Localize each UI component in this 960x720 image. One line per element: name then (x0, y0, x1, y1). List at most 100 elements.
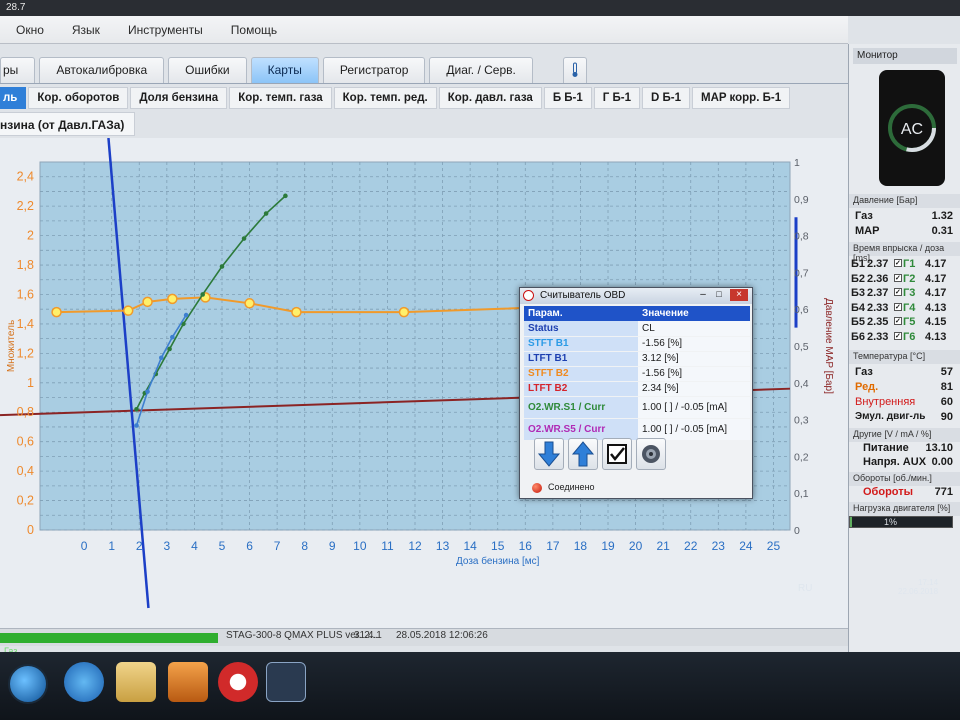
obd-row[interactable]: STFT B1 -1.56 [%] (524, 336, 750, 352)
subtab-b-bank1[interactable]: Б Б-1 (543, 87, 592, 109)
injection-gas-value: 4.15 (925, 316, 947, 328)
subtab-gas-temp-correction[interactable]: Кор. темп. газа (229, 87, 332, 109)
menu-help[interactable]: Помощь (217, 23, 291, 37)
select-parameters-button[interactable] (602, 438, 632, 470)
minimize-icon[interactable]: – (696, 289, 710, 301)
obd-row[interactable]: STFT B2 -1.56 [%] (524, 366, 750, 382)
obd-row[interactable]: LTFT B1 3.12 [%] (524, 351, 750, 367)
obd-col-value: Значение (638, 306, 750, 321)
series-point[interactable] (145, 389, 150, 394)
subtab-map-correction-bank1[interactable]: MAP корр. Б-1 (691, 87, 791, 109)
window-title: 28.7 (0, 0, 960, 16)
tray-clock[interactable]: 17:14 22.06.2018 (898, 578, 938, 596)
series-point[interactable] (398, 306, 410, 318)
gear-icon (642, 445, 660, 463)
injection-gas-label: Г5 (903, 316, 916, 328)
x-tick-label: 2 (136, 539, 143, 553)
y-tick-label: 0,8 (17, 405, 34, 419)
y-tick-label: 1,4 (17, 317, 34, 331)
series-point[interactable] (219, 264, 225, 269)
series-point[interactable] (51, 306, 62, 318)
series-point[interactable] (167, 293, 178, 305)
series-point[interactable] (244, 298, 255, 309)
menu-tools[interactable]: Инструменты (114, 23, 217, 37)
menu-bar: Окно Язык Инструменты Помощь (0, 16, 848, 44)
series-point[interactable] (263, 211, 269, 216)
main-tabs: ры Автокалибровка Ошибки Карты Регистрат… (0, 56, 848, 84)
file-explorer-icon[interactable] (116, 662, 156, 702)
injection-petrol-label: Б5 (851, 316, 866, 328)
series-point[interactable] (291, 306, 302, 318)
start-button[interactable] (8, 664, 48, 704)
close-icon[interactable]: × (730, 289, 748, 301)
injector-enable-checkbox[interactable]: ✓ (894, 288, 902, 296)
series-point[interactable] (200, 292, 205, 297)
subtab-reducer-temp-correction[interactable]: Кор. темп. ред. (333, 87, 437, 109)
series-point[interactable] (134, 423, 139, 428)
subtab-gas-pressure-correction[interactable]: Кор. давл. газа (438, 87, 542, 109)
x-tick-label: 12 (408, 539, 422, 553)
y-axis-title: Множитель (6, 320, 17, 372)
injection-petrol-value: 2.36 (867, 272, 889, 285)
x-tick-label: 1 (108, 539, 115, 553)
maximize-icon[interactable]: □ (712, 289, 726, 301)
injection-gas-value: 4.13 (925, 330, 947, 343)
menu-window[interactable]: Окно (2, 23, 58, 37)
obd-row[interactable]: LTFT B2 2.34 [%] (524, 381, 750, 397)
down-arrow-button[interactable] (534, 438, 564, 470)
obd-connection-status: Соединено (548, 482, 595, 492)
injector-enable-checkbox[interactable]: ✓ (894, 331, 902, 340)
injector-enable-checkbox[interactable]: ✓ (894, 259, 902, 267)
rpm-label: Обороты (863, 486, 914, 498)
rpm-header: Обороты [об./мин.] (849, 472, 960, 486)
series-point[interactable] (159, 355, 164, 361)
y2-tick-label: 0,4 (794, 378, 809, 390)
obd-row[interactable]: O2.WR.S1 / Curr 1.00 [ ] / -0.05 [mA] (524, 396, 750, 419)
series-point[interactable] (183, 312, 189, 318)
series-point[interactable] (167, 346, 172, 352)
injection-gas-value: 4.13 (925, 301, 947, 314)
subtab-rpm-correction[interactable]: Кор. оборотов (28, 87, 129, 109)
injector-enable-checkbox[interactable]: ✓ (894, 302, 902, 311)
subtab-multiplier[interactable]: ль (0, 87, 27, 109)
svg-text:AC: AC (901, 121, 923, 138)
y2-tick-label: 1 (794, 157, 800, 169)
aux-voltage-value: 0.00 (931, 456, 953, 468)
subtab-petrol-share[interactable]: Доля бензина (130, 87, 228, 109)
subtab-d-bank1[interactable]: D Б-1 (641, 87, 690, 109)
keyboard-language[interactable]: RU (798, 583, 812, 594)
media-player-icon[interactable] (168, 662, 208, 702)
obd-row[interactable]: Status CL (524, 321, 750, 337)
injector-enable-checkbox[interactable]: ✓ (894, 273, 902, 282)
subtab-g-bank1[interactable]: Г Б-1 (593, 87, 640, 109)
series-point[interactable] (122, 305, 134, 316)
series-point[interactable] (241, 236, 247, 241)
engine-load-value: 1% (884, 517, 898, 527)
tab-diag-service[interactable]: Диаг. / Серв. (429, 57, 533, 83)
tab-errors[interactable]: Ошибки (168, 57, 247, 83)
tab-autocalibration[interactable]: Автокалибровка (39, 57, 165, 83)
series-point[interactable] (170, 334, 175, 340)
browser-icon[interactable] (64, 662, 104, 702)
injection-petrol-label: Б1 (851, 258, 866, 270)
opera-browser-icon[interactable] (218, 662, 258, 702)
tab-maps[interactable]: Карты (250, 57, 319, 83)
obd-row[interactable]: O2.WR.S5 / Curr 1.00 [ ] / -0.05 [mA] (524, 418, 750, 441)
pressure-header: Давление [Бар] (849, 194, 960, 208)
map-title[interactable]: нзина (от Давл.ГАЗа) (0, 112, 136, 136)
thermometer-icon[interactable] (562, 57, 587, 83)
series-point[interactable] (283, 193, 288, 199)
tab-parameters[interactable]: ры (0, 57, 36, 83)
obd-reader-dialog[interactable]: Считыватель OBD – □ × Парам. Значение St… (519, 287, 753, 499)
injection-gas-label: Г3 (903, 287, 916, 299)
ac-stag-app-icon[interactable] (266, 662, 306, 702)
injector-enable-checkbox[interactable]: ✓ (894, 317, 902, 325)
tab-recorder[interactable]: Регистратор (322, 57, 426, 83)
connection-progress-bar (0, 633, 218, 643)
menu-language[interactable]: Язык (58, 23, 114, 37)
settings-button[interactable] (636, 438, 666, 470)
up-arrow-button[interactable] (568, 438, 598, 470)
series-point[interactable] (134, 406, 139, 412)
series-point[interactable] (142, 296, 153, 308)
obd-dialog-titlebar[interactable]: Считыватель OBD – □ × (520, 288, 752, 304)
